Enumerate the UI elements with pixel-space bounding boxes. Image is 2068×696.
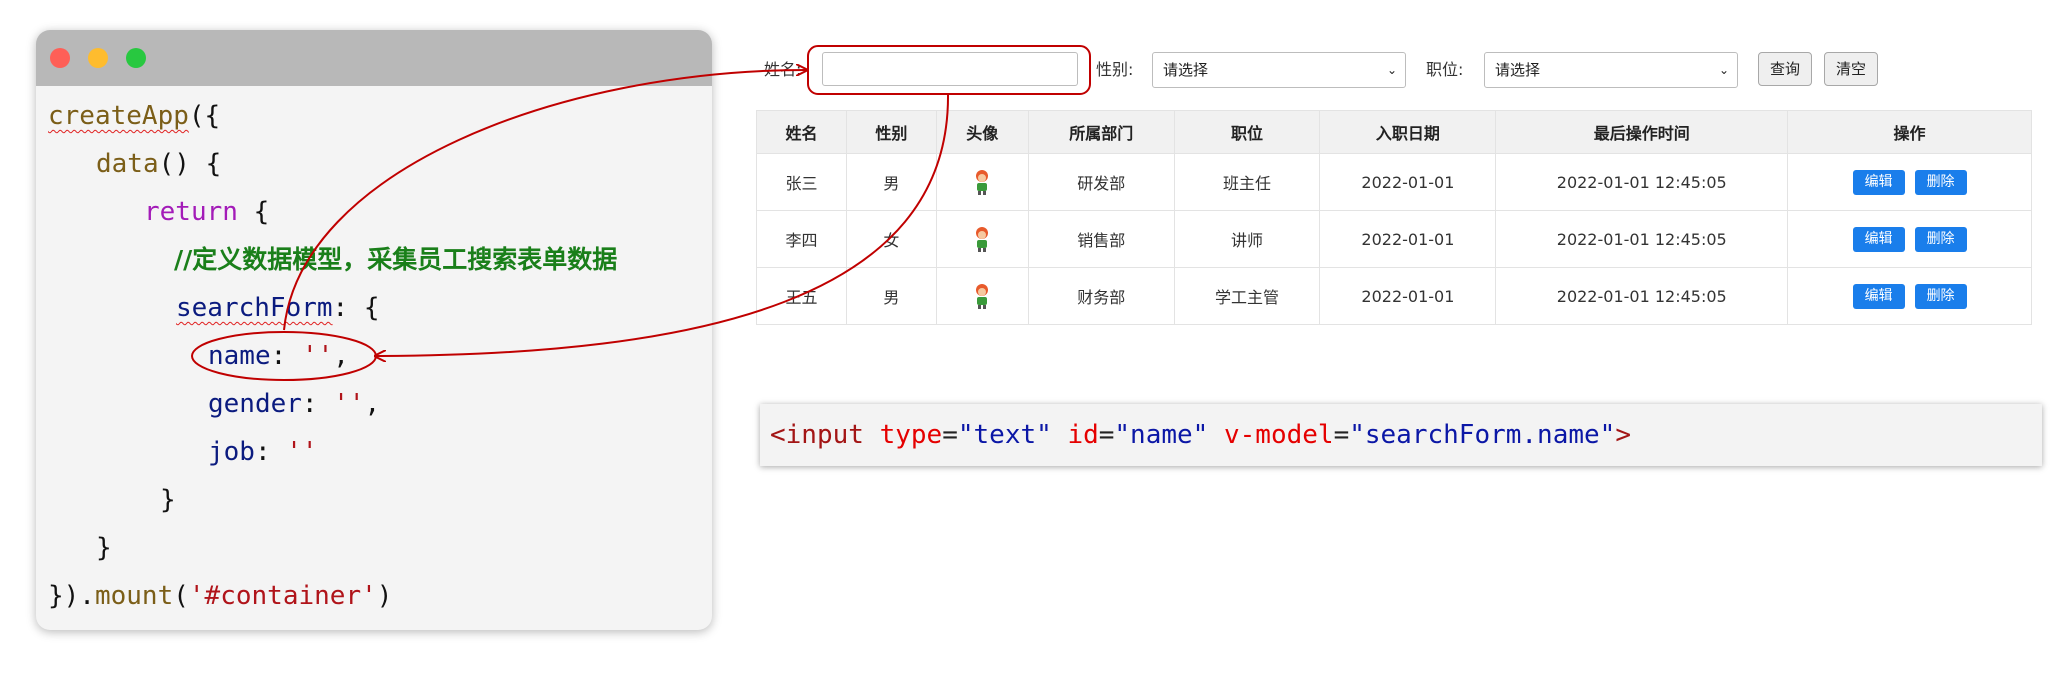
cell-job: 学工主管: [1173, 267, 1321, 325]
job-label: 职位:: [1426, 60, 1464, 79]
cell-avatar: [935, 267, 1029, 325]
table-row: 李四 女 销售部 讲师 2022-01-01 2022-01-01 12:45:…: [756, 210, 2032, 268]
avatar-icon: [976, 170, 989, 195]
header-name: 姓名: [756, 110, 847, 154]
gender-label: 性别:: [1096, 60, 1134, 79]
code-line-gender: gender: '',: [208, 389, 381, 419]
snippet-val-type: "text": [957, 420, 1052, 450]
code-line-close-outer: }: [96, 533, 112, 563]
snippet-attr-vmodel: v-model: [1223, 420, 1334, 450]
job-select-value: 请选择: [1495, 61, 1541, 79]
input-code-snippet: <input type="text" id="name" v-model="se…: [760, 404, 2042, 466]
cell-avatar: [935, 210, 1029, 268]
snippet-tag-close: >: [1615, 420, 1631, 450]
delete-button[interactable]: 删除: [1914, 169, 1967, 195]
cell-gender: 男: [845, 153, 937, 211]
snippet-val-vmodel: "searchForm.name": [1349, 420, 1616, 450]
cell-name: 张三: [756, 153, 847, 211]
code-line-job: job: '': [208, 437, 318, 467]
window-close-dot[interactable]: [50, 48, 70, 68]
edit-button[interactable]: 编辑: [1852, 226, 1905, 252]
code-line-name: name: '',: [208, 341, 349, 371]
name-input[interactable]: [822, 52, 1078, 86]
cell-dept: 研发部: [1027, 153, 1175, 211]
cell-entry-date: 2022-01-01: [1319, 267, 1497, 325]
cell-name: 李四: [756, 210, 847, 268]
code-line-2: data() {: [96, 149, 222, 179]
cell-dept: 销售部: [1027, 210, 1175, 268]
snippet-tag-open: <input: [770, 420, 864, 450]
gender-select-value: 请选择: [1163, 61, 1209, 79]
query-button[interactable]: 查询: [1758, 52, 1812, 86]
table-row: 王五 男 财务部 学工主管 2022-01-01 2022-01-01 12:4…: [756, 267, 2032, 325]
cell-updated: 2022-01-01 12:45:05: [1495, 153, 1789, 211]
table-row: 张三 男 研发部 班主任 2022-01-01 2022-01-01 12:45…: [756, 153, 2032, 211]
code-line-mount: }).mount('#container'): [48, 581, 393, 611]
edit-button[interactable]: 编辑: [1852, 283, 1905, 309]
window-zoom-dot[interactable]: [126, 48, 146, 68]
code-comment: //定义数据模型，采集员工搜索表单数据: [174, 245, 618, 274]
code-line-close-inner: }: [160, 485, 176, 515]
cell-gender: 男: [845, 267, 937, 325]
cell-gender: 女: [845, 210, 937, 268]
chevron-down-icon: ⌄: [1718, 63, 1729, 77]
snippet-attr-id: id: [1067, 420, 1099, 450]
cell-actions: 编辑 删除: [1787, 267, 2032, 325]
cell-actions: 编辑 删除: [1787, 210, 2032, 268]
gender-select[interactable]: 请选择 ⌄: [1152, 52, 1406, 88]
header-entry-date: 入职日期: [1319, 110, 1497, 154]
window-minimize-dot[interactable]: [88, 48, 108, 68]
header-job: 职位: [1173, 110, 1321, 154]
code-window: createApp({ data() { return { //定义数据模型，采…: [36, 30, 712, 630]
delete-button[interactable]: 删除: [1914, 226, 1967, 252]
header-avatar: 头像: [935, 110, 1029, 154]
avatar-icon: [976, 284, 989, 309]
header-updated: 最后操作时间: [1495, 110, 1789, 154]
header-dept: 所属部门: [1027, 110, 1175, 154]
cell-updated: 2022-01-01 12:45:05: [1495, 210, 1789, 268]
cell-entry-date: 2022-01-01: [1319, 153, 1497, 211]
code-line-5: searchForm: {: [176, 293, 380, 323]
delete-button[interactable]: 删除: [1914, 283, 1967, 309]
header-gender: 性别: [845, 110, 937, 154]
cell-job: 班主任: [1173, 153, 1321, 211]
employee-table: 姓名 性别 头像 所属部门 职位 入职日期 最后操作时间 操作 张三 男 研发部…: [756, 110, 2032, 325]
cell-updated: 2022-01-01 12:45:05: [1495, 267, 1789, 325]
cell-actions: 编辑 删除: [1787, 153, 2032, 211]
snippet-attr-type: type: [879, 420, 943, 450]
job-select[interactable]: 请选择 ⌄: [1484, 52, 1738, 88]
edit-button[interactable]: 编辑: [1852, 169, 1905, 195]
snippet-val-id: "name": [1114, 420, 1209, 450]
code-line-1: createApp({: [48, 101, 221, 131]
cell-dept: 财务部: [1027, 267, 1175, 325]
cell-entry-date: 2022-01-01: [1319, 210, 1497, 268]
code-window-titlebar: [36, 30, 712, 86]
chevron-down-icon: ⌄: [1386, 63, 1397, 77]
code-line-3: return {: [144, 197, 270, 227]
header-actions: 操作: [1787, 110, 2032, 154]
clear-button[interactable]: 清空: [1824, 52, 1878, 86]
table-header-row: 姓名 性别 头像 所属部门 职位 入职日期 最后操作时间 操作: [756, 110, 2032, 154]
cell-job: 讲师: [1173, 210, 1321, 268]
name-label: 姓名:: [764, 60, 802, 79]
cell-name: 王五: [756, 267, 847, 325]
avatar-icon: [976, 227, 989, 252]
cell-avatar: [935, 153, 1029, 211]
